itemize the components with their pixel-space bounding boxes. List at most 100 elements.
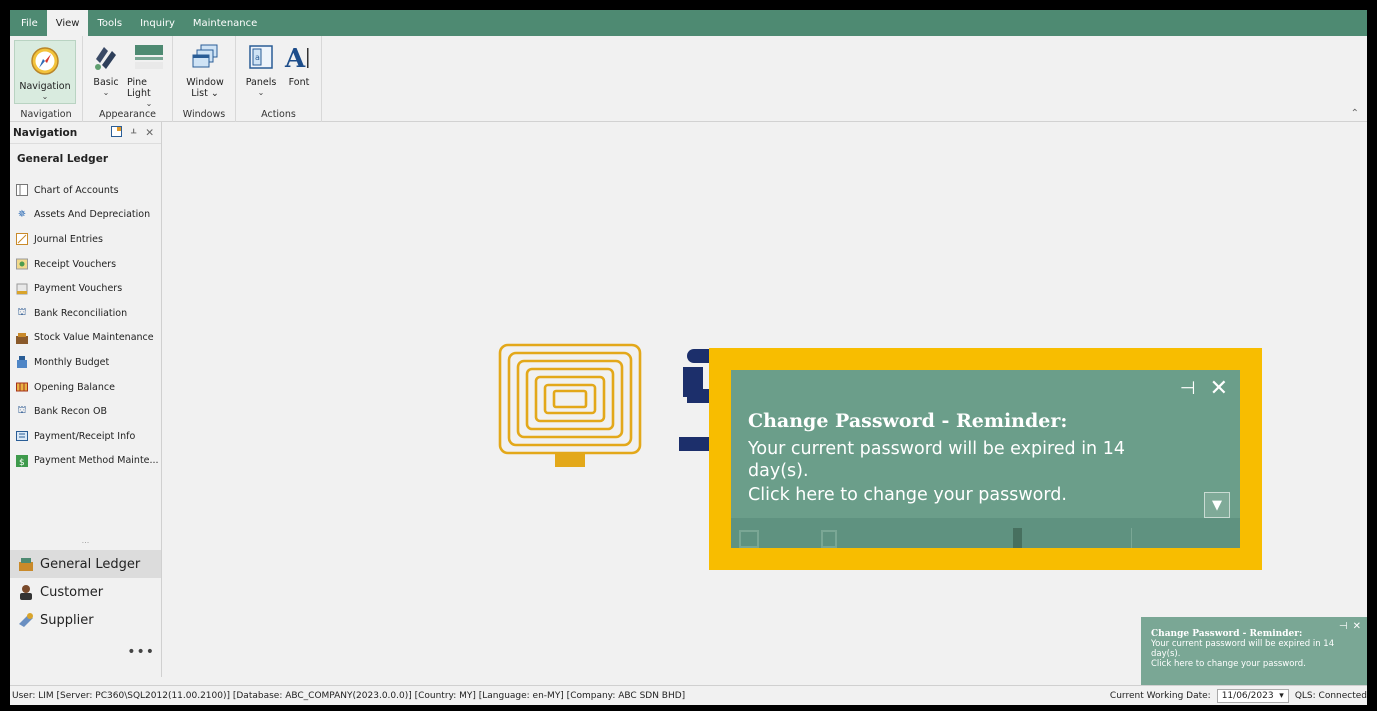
font-icon: A xyxy=(282,40,316,74)
chevron-down-icon: ⌄ xyxy=(257,88,265,97)
pin-icon[interactable]: ᚆ xyxy=(131,127,136,139)
status-info: User: LIM [Server: PC360\SQL2012(11.00.2… xyxy=(12,690,686,701)
ghost-shape xyxy=(821,530,837,548)
qls-status: QLS: Connected xyxy=(1294,691,1367,701)
menu-view[interactable]: View xyxy=(46,10,89,36)
menu-inquiry[interactable]: Inquiry xyxy=(131,10,184,36)
toast-message-line1: Your current password will be expired in… xyxy=(1151,639,1335,659)
callout-background-strip xyxy=(731,518,1240,548)
nav-item-label: Bank Reconciliation xyxy=(34,307,128,319)
nav-group-customer[interactable]: Customer xyxy=(10,578,161,606)
nav-item-assets-and-depreciation[interactable]: ✵ Assets And Depreciation xyxy=(16,203,161,228)
nav-splitter-dots[interactable]: ... xyxy=(10,536,161,545)
nav-item-payment-vouchers[interactable]: Payment Vouchers xyxy=(16,276,161,301)
status-right: Current Working Date: 11/06/2023 ▾ QLS: … xyxy=(1110,686,1367,705)
nav-item-label: Opening Balance xyxy=(34,381,115,393)
navigation-panel-tools: ᚆ ✕ xyxy=(111,125,161,140)
toast-message-line2[interactable]: Click here to change your password. xyxy=(1151,659,1306,669)
pine-light-skin-label: Pine Light xyxy=(127,77,151,99)
menu-tools[interactable]: Tools xyxy=(88,10,131,36)
new-window-icon[interactable] xyxy=(111,125,122,140)
pine-light-skin-button[interactable]: Pine Light ⌄ xyxy=(127,40,171,108)
ribbon-group-label-navigation: Navigation xyxy=(20,109,72,120)
callout-tools: ⊣ ✕ xyxy=(1180,376,1228,401)
ghost-shape xyxy=(1131,528,1132,548)
close-icon[interactable]: ✕ xyxy=(1210,376,1228,401)
chevron-down-icon: ⌄ xyxy=(145,99,153,108)
callout-message-line1: Your current password will be expired in… xyxy=(748,439,1125,481)
nav-item-label: Receipt Vouchers xyxy=(34,258,117,270)
nav-item-monthly-budget[interactable]: Monthly Budget xyxy=(16,350,161,375)
ghost-shape xyxy=(739,530,759,548)
menu-file[interactable]: File xyxy=(12,10,47,36)
receipt-icon xyxy=(16,258,28,270)
pin-icon[interactable]: ⊣ xyxy=(1180,378,1196,399)
chevron-down-icon: ⌄ xyxy=(102,88,110,97)
navigation-button[interactable]: Navigation ⌄ xyxy=(14,40,76,104)
menu-maintenance[interactable]: Maintenance xyxy=(184,10,266,36)
nav-item-label: Payment Vouchers xyxy=(34,283,123,295)
nav-item-payment-method-maintenance[interactable]: $ Payment Method Mainte... xyxy=(16,449,161,474)
bank-icon: ⛫ xyxy=(17,405,27,417)
ribbon-group-appearance: Basic ⌄ Pine Light ⌄ Appearance xyxy=(83,36,173,122)
journal-icon xyxy=(16,233,28,246)
nav-item-list: Chart of Accounts ✵ Assets And Depreciat… xyxy=(10,178,161,473)
password-reminder-zoomed[interactable]: ⊣ ✕ Change Password - Reminder: Your cur… xyxy=(731,370,1240,548)
basic-skin-button[interactable]: Basic ⌄ xyxy=(89,40,123,97)
pin-icon[interactable]: ⊣ xyxy=(1339,621,1348,632)
statusbar: User: LIM [Server: PC360\SQL2012(11.00.2… xyxy=(10,685,1367,705)
collapse-ribbon-icon[interactable]: ⌃ xyxy=(1351,108,1359,119)
callout-title: Change Password - Reminder: xyxy=(748,410,1068,432)
opening-balance-icon xyxy=(16,381,28,393)
navigation-button-label: Navigation xyxy=(19,81,71,92)
ledger-icon xyxy=(18,556,34,572)
nav-group-general-ledger[interactable]: General Ledger xyxy=(10,550,161,578)
nav-item-label: Stock Value Maintenance xyxy=(34,332,154,344)
nav-item-receipt-vouchers[interactable]: Receipt Vouchers xyxy=(16,252,161,277)
nav-item-chart-of-accounts[interactable]: Chart of Accounts xyxy=(16,178,161,203)
basic-skin-label: Basic xyxy=(93,77,119,88)
ribbon: Navigation ⌄ Navigation Basic ⌄ Pine Lig… xyxy=(10,36,1367,122)
nav-item-journal-entries[interactable]: Journal Entries xyxy=(16,227,161,252)
nav-item-label: Journal Entries xyxy=(34,233,103,245)
nav-item-bank-recon-ob[interactable]: ⛫ Bank Recon OB xyxy=(16,399,161,424)
close-icon[interactable]: ✕ xyxy=(145,127,154,139)
close-icon[interactable]: ✕ xyxy=(1353,621,1361,632)
more-options-icon[interactable]: ••• xyxy=(127,644,155,660)
toast-title: Change Password - Reminder: xyxy=(1151,629,1303,639)
callout-message: Your current password will be expired in… xyxy=(748,438,1188,506)
nav-item-label: Payment/Receipt Info xyxy=(34,430,136,442)
nav-group-supplier[interactable]: Supplier xyxy=(10,606,161,634)
gear-icon: ✵ xyxy=(17,209,27,221)
nav-item-stock-value-maintenance[interactable]: Stock Value Maintenance xyxy=(16,326,161,351)
current-working-date-field[interactable]: 11/06/2023 ▾ xyxy=(1216,689,1289,703)
navigation-panel: Navigation ᚆ ✕ General Ledger Chart of A… xyxy=(10,122,162,677)
ribbon-group-navigation: Navigation ⌄ Navigation xyxy=(10,36,83,122)
window-list-button[interactable]: Window List ⌄ xyxy=(185,40,225,99)
nav-item-payment-receipt-info[interactable]: Payment/Receipt Info xyxy=(16,424,161,449)
navigation-panel-title: Navigation xyxy=(13,126,78,139)
compass-icon xyxy=(28,44,62,78)
svg-text:$: $ xyxy=(19,458,25,467)
toast-message: Your current password will be expired in… xyxy=(1151,639,1341,669)
supplier-icon xyxy=(18,612,34,628)
password-reminder-toast[interactable]: ⊣ ✕ Change Password - Reminder: Your cur… xyxy=(1141,617,1367,685)
nav-item-opening-balance[interactable]: Opening Balance xyxy=(16,375,161,400)
ribbon-group-label-appearance: Appearance xyxy=(98,109,157,120)
current-working-date-label: Current Working Date: xyxy=(1109,691,1211,701)
svg-text:a: a xyxy=(255,53,260,62)
panels-icon: a xyxy=(244,40,278,74)
panels-button[interactable]: a Panels ⌄ xyxy=(244,40,278,97)
stacked-windows-icon xyxy=(188,40,222,74)
nav-item-bank-reconciliation[interactable]: ⛫ Bank Reconciliation xyxy=(16,301,161,326)
font-button[interactable]: A Font xyxy=(282,40,316,88)
bank-icon: ⛫ xyxy=(17,306,27,318)
nav-group-label: Customer xyxy=(40,584,104,600)
callout-message-line2[interactable]: Click here to change your password. xyxy=(748,484,1188,506)
chevron-down-icon[interactable]: ▼ xyxy=(1204,492,1230,518)
nav-item-label: Payment Method Mainte... xyxy=(34,455,159,467)
zoom-callout: ⊣ ✕ Change Password - Reminder: Your cur… xyxy=(709,348,1262,570)
theme-swatch-icon xyxy=(132,40,166,74)
budget-icon xyxy=(16,356,28,369)
palette-icon xyxy=(89,40,123,74)
